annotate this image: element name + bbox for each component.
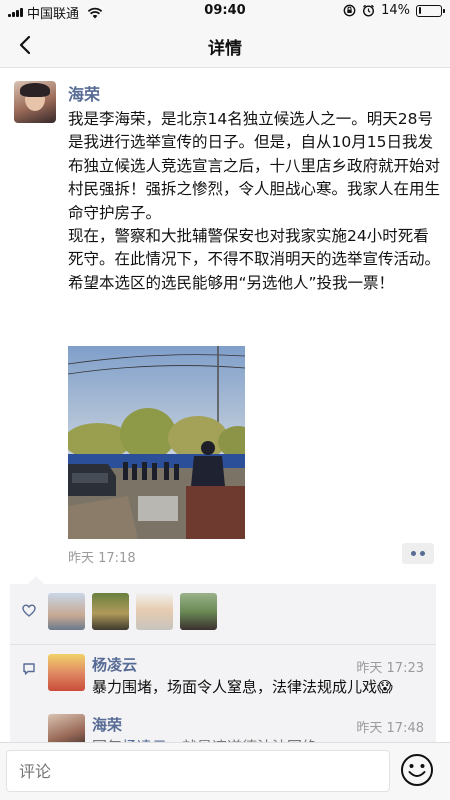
- post-paragraph: 现在，警察和大批辅警保安也对我家实施24小时死看死守。在此情况下，不得不取消明天…: [68, 227, 441, 292]
- liker-avatar[interactable]: [180, 593, 217, 630]
- commenter-name[interactable]: 海荣: [92, 714, 122, 735]
- page-title: 详情: [208, 39, 242, 59]
- liker-avatar[interactable]: [136, 593, 173, 630]
- dot-icon: [411, 551, 416, 556]
- battery-icon: [416, 4, 445, 17]
- status-bar: 中国联通 09:40 14%: [0, 0, 450, 22]
- dot-icon: [420, 551, 425, 556]
- heart-icon: [22, 604, 36, 617]
- liker-avatar[interactable]: [48, 593, 85, 630]
- comment-icon: [23, 663, 35, 675]
- likers-list: [48, 593, 217, 630]
- comment-bar: [0, 742, 450, 800]
- battery-percent: 14%: [381, 3, 410, 18]
- post-text: 我是李海荣，是北京14名独立候选人之一。明天28号是我进行选举宣传的日子。但是，…: [68, 108, 440, 295]
- divider: [10, 644, 436, 645]
- liker-avatar[interactable]: [92, 593, 129, 630]
- status-right-group: 14%: [343, 3, 445, 18]
- author-name[interactable]: 海荣: [68, 81, 100, 105]
- battery-level: [418, 7, 422, 14]
- comment-timestamp: 昨天 17:23: [356, 661, 424, 676]
- photo-scene: [68, 346, 245, 539]
- interaction-panel: 杨凌云 昨天 17:23 暴力围堵，场面令人窒息，法律法规成儿戏😱 海荣 昨天 …: [10, 576, 436, 756]
- comment-input[interactable]: [6, 750, 390, 792]
- more-actions-button[interactable]: [402, 543, 434, 564]
- rotation-lock-icon: [343, 4, 356, 17]
- comment-timestamp: 昨天 17:48: [356, 721, 424, 736]
- post-photo[interactable]: [68, 346, 245, 539]
- navigation-bar: 详情: [0, 22, 450, 68]
- post-timestamp: 昨天 17:18: [68, 551, 136, 566]
- author-avatar[interactable]: [14, 81, 56, 123]
- alarm-icon: [363, 4, 375, 17]
- comment-text: 暴力围堵，场面令人窒息，法律法规成儿戏😱: [92, 678, 393, 696]
- post-paragraph: 我是李海荣，是北京14名独立候选人之一。明天28号是我进行选举宣传的日子。但是，…: [68, 110, 441, 222]
- smiley-icon[interactable]: [399, 752, 435, 788]
- commenter-name[interactable]: 杨凌云: [92, 654, 137, 675]
- commenter-avatar[interactable]: [48, 654, 85, 691]
